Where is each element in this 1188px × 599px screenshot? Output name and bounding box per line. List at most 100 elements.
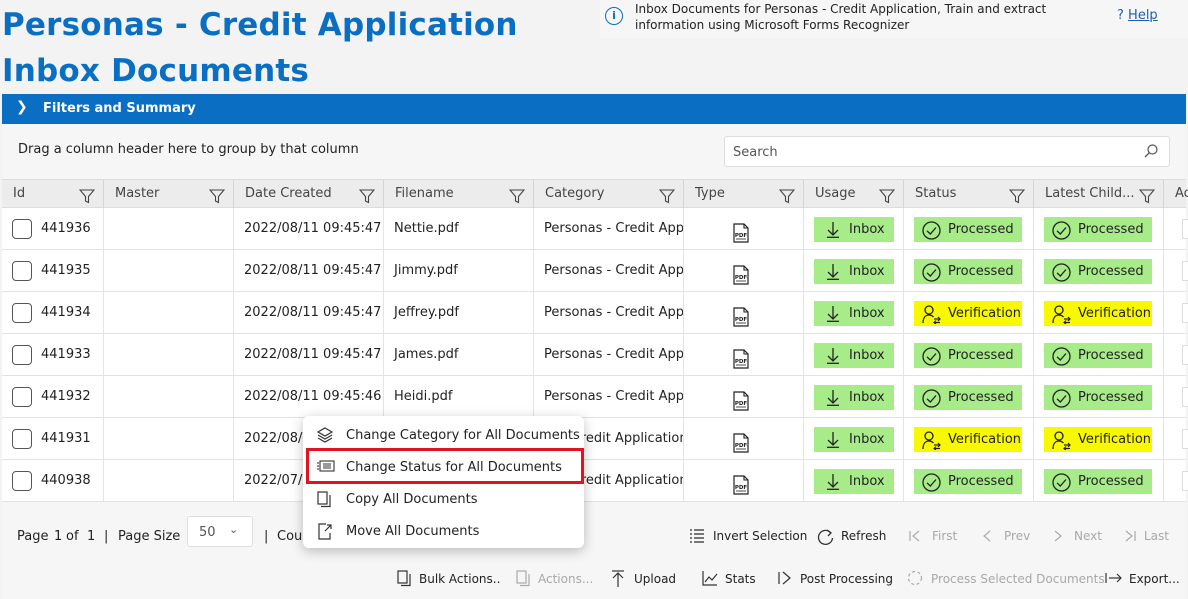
row-action-button[interactable] bbox=[1182, 261, 1188, 281]
download-icon bbox=[827, 348, 839, 364]
cell-master bbox=[104, 208, 234, 249]
cell-usage: Inbox bbox=[804, 334, 904, 375]
category-text: Personas - Credit Application bbox=[544, 347, 684, 362]
row-action-button[interactable] bbox=[1182, 387, 1188, 407]
header-col-category[interactable]: Category bbox=[534, 180, 684, 208]
check-circle-icon bbox=[922, 473, 941, 492]
last-label: Last bbox=[1144, 529, 1169, 543]
cell-filename: James.pdf bbox=[384, 334, 534, 375]
check-circle-icon bbox=[1052, 221, 1071, 240]
cell-master bbox=[104, 292, 234, 333]
download-icon bbox=[827, 222, 839, 238]
header-col-status[interactable]: Status bbox=[904, 180, 1034, 208]
bulk-actions-label: Bulk Actions.. bbox=[419, 572, 501, 586]
header-col-actions[interactable]: Ac bbox=[1164, 180, 1188, 208]
status-badge: Processed bbox=[914, 469, 1022, 494]
row-checkbox[interactable] bbox=[12, 471, 32, 491]
cell-filename: Heidi.pdf bbox=[384, 376, 534, 417]
cell-date-created: 2022/08/11 09:45:47 bbox=[234, 250, 384, 291]
cell-usage: Inbox bbox=[804, 418, 904, 459]
download-icon bbox=[827, 432, 839, 448]
id-text: 441936 bbox=[41, 221, 91, 236]
grid-header: Id Master Date Created Filename Category Type… bbox=[2, 179, 1188, 208]
row-action-button[interactable] bbox=[1182, 303, 1188, 323]
header-col-id[interactable]: Id bbox=[2, 180, 104, 208]
row-action-button[interactable] bbox=[1182, 219, 1188, 239]
table-row[interactable]: 441933 2022/08/11 09:45:47 James.pdf Person… bbox=[2, 334, 1188, 376]
of-label: of bbox=[66, 529, 79, 544]
group-panel-hint[interactable]: Drag a column header here to group by th… bbox=[18, 142, 359, 157]
status-text: Processed bbox=[1078, 390, 1144, 405]
table-row[interactable]: 441934 2022/08/11 09:45:47 Jeffrey.pdf Pers… bbox=[2, 292, 1188, 334]
status-text: Verification bbox=[948, 306, 1022, 321]
cell-id: 441931 bbox=[2, 418, 104, 459]
row-checkbox[interactable] bbox=[12, 303, 32, 323]
refresh-icon bbox=[817, 529, 834, 546]
table-row[interactable]: 441936 2022/08/11 09:45:47 Nettie.pdf Perso… bbox=[2, 208, 1188, 250]
row-action-button[interactable] bbox=[1182, 471, 1188, 491]
help-link[interactable]: ? Help bbox=[1117, 8, 1158, 23]
header-col-master[interactable]: Master bbox=[104, 180, 234, 208]
header-col-filename[interactable]: Filename bbox=[384, 180, 534, 208]
menu-item-change-category[interactable]: Change Category for All Documents bbox=[303, 418, 584, 450]
row-checkbox[interactable] bbox=[12, 387, 32, 407]
column-label: Filename bbox=[395, 186, 454, 201]
check-circle-icon bbox=[922, 263, 941, 282]
usage-text: Inbox bbox=[849, 474, 885, 489]
page-size-label: Page Size bbox=[118, 529, 181, 544]
stack-copy-icon bbox=[516, 570, 530, 587]
date-text: 2022/08/1 bbox=[244, 431, 311, 446]
status-badge: Processed bbox=[914, 259, 1022, 284]
cell-status: Processed bbox=[904, 376, 1034, 417]
cell-category: Personas - Credit Application bbox=[534, 376, 684, 417]
play-bar-icon bbox=[778, 571, 791, 585]
table-row[interactable]: 441932 2022/08/11 09:45:46 Heidi.pdf Person… bbox=[2, 376, 1188, 418]
menu-item-move-all[interactable]: Move All Documents bbox=[303, 514, 584, 546]
menu-item-label: Copy All Documents bbox=[346, 492, 478, 507]
table-row[interactable]: 441931 2022/08/1 as - Credit Application PD… bbox=[2, 418, 1188, 460]
info-icon: i bbox=[605, 7, 623, 25]
prev-label: Prev bbox=[1004, 529, 1031, 543]
move-document-icon bbox=[318, 523, 332, 540]
row-checkbox[interactable] bbox=[12, 261, 32, 281]
id-text: 441934 bbox=[41, 305, 91, 320]
menu-item-copy-all[interactable]: Copy All Documents bbox=[303, 482, 584, 514]
header-col-usage[interactable]: Usage bbox=[804, 180, 904, 208]
row-checkbox[interactable] bbox=[12, 219, 32, 239]
cell-usage: Inbox bbox=[804, 208, 904, 249]
page-size-value: 50 bbox=[199, 525, 216, 540]
status-badge: Processed bbox=[914, 385, 1022, 410]
chevron-right-icon bbox=[1054, 530, 1062, 542]
id-text: 441931 bbox=[41, 431, 91, 446]
chevron-down-icon: ⌄ bbox=[229, 523, 239, 536]
header-col-date-created[interactable]: Date Created bbox=[234, 180, 384, 208]
id-text: 441935 bbox=[41, 263, 91, 278]
status-text: Processed bbox=[1078, 348, 1144, 363]
id-text: 441933 bbox=[41, 347, 91, 362]
help-label[interactable]: Help bbox=[1128, 8, 1158, 23]
row-checkbox[interactable] bbox=[12, 345, 32, 365]
check-circle-icon bbox=[1052, 473, 1071, 492]
cell-type: PDF bbox=[684, 250, 804, 291]
date-text: 2022/08/11 09:45:47 bbox=[244, 347, 382, 362]
filters-label: Filters and Summary bbox=[43, 101, 196, 116]
table-row[interactable]: 440938 2022/07/1 as - Credit Application PD… bbox=[2, 460, 1188, 502]
header-col-latest-child[interactable]: Latest Child... bbox=[1034, 180, 1164, 208]
page-size-select[interactable]: 50 ⌄ bbox=[187, 516, 253, 547]
cell-master bbox=[104, 250, 234, 291]
search-input[interactable]: Search bbox=[724, 136, 1170, 167]
cell-date-created: 2022/08/11 09:45:47 bbox=[234, 208, 384, 249]
row-action-button[interactable] bbox=[1182, 345, 1188, 365]
table-row[interactable]: 441935 2022/08/11 09:45:47 Jimmy.pdf Person… bbox=[2, 250, 1188, 292]
stack-copy-icon bbox=[397, 570, 411, 587]
header-col-type[interactable]: Type bbox=[684, 180, 804, 208]
svg-text:PDF: PDF bbox=[735, 401, 748, 407]
menu-item-change-status[interactable]: Change Status for All Documents bbox=[303, 450, 584, 482]
check-circle-icon bbox=[1052, 347, 1071, 366]
row-action-button[interactable] bbox=[1182, 429, 1188, 449]
cell-date-created: 2022/08/11 09:45:47 bbox=[234, 292, 384, 333]
last-page-icon bbox=[1125, 530, 1136, 542]
verification-person-icon bbox=[1052, 431, 1071, 450]
filters-summary-toggle[interactable]: ❯ Filters and Summary bbox=[2, 94, 1186, 124]
row-checkbox[interactable] bbox=[12, 429, 32, 449]
